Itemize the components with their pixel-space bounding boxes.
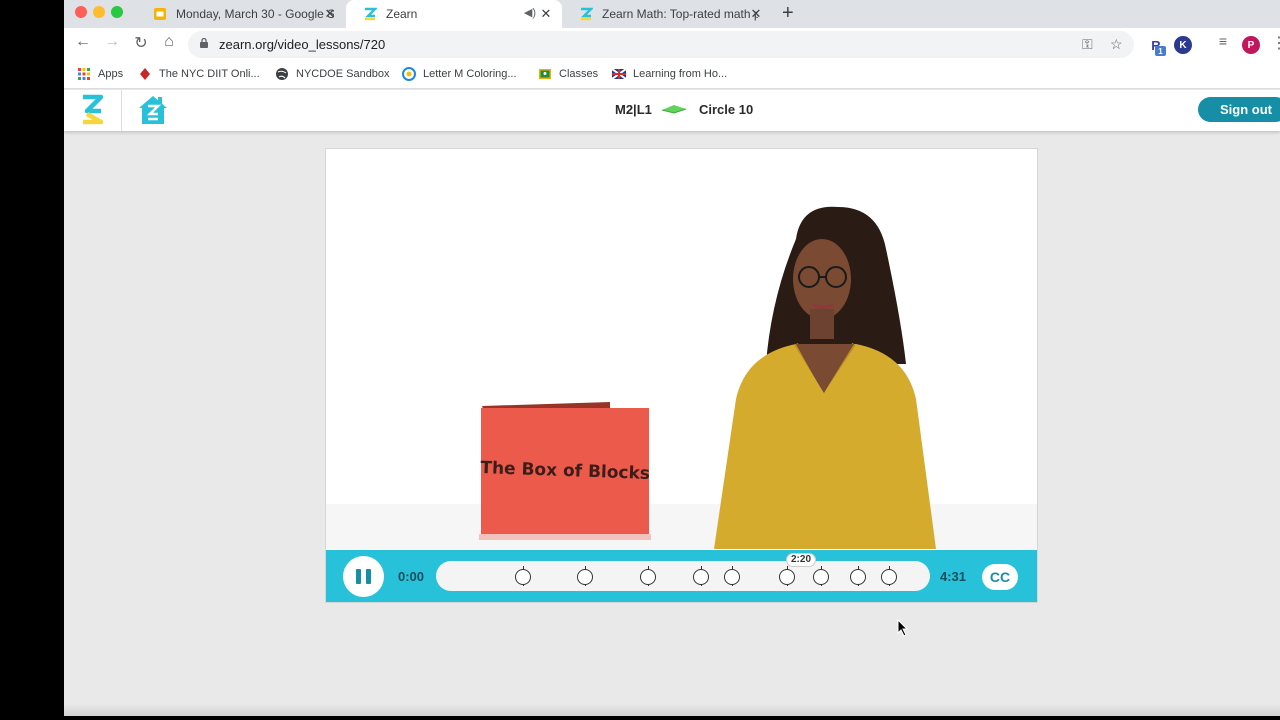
- close-tab-icon[interactable]: ✕: [322, 6, 338, 22]
- tab-zearn-math[interactable]: Zearn Math: Top-rated math pr ✕: [562, 0, 772, 28]
- coloring-site-icon: [402, 67, 416, 81]
- chapter-marker[interactable]: [850, 569, 866, 585]
- video-progress-track[interactable]: 2:20: [436, 553, 930, 591]
- sign-out-button[interactable]: Sign out: [1198, 97, 1280, 122]
- minimize-window-button[interactable]: [93, 6, 105, 18]
- bookmark-label: Letter M Coloring...: [423, 68, 517, 80]
- pause-icon: [356, 569, 361, 584]
- new-tab-button[interactable]: +: [782, 2, 794, 25]
- reload-icon[interactable]: ↻: [130, 33, 152, 53]
- bookmark-label: NYCDOE Sandbox: [296, 68, 390, 80]
- media-control-icon[interactable]: ≡: [1212, 33, 1234, 49]
- lesson-code: M2|L1: [615, 102, 652, 117]
- pause-icon: [366, 569, 371, 584]
- bookmark-nycdoe-sandbox[interactable]: NYCDOE Sandbox: [275, 67, 390, 81]
- chapter-marker[interactable]: [813, 569, 829, 585]
- chapter-marker[interactable]: [779, 569, 795, 585]
- k-extension-icon[interactable]: K: [1174, 36, 1192, 54]
- zearn-favicon-icon: [362, 6, 378, 22]
- url-text: zearn.org/video_lessons/720: [219, 37, 386, 52]
- tab-title: Monday, March 30 - Google Sli: [176, 7, 334, 21]
- tab-title: Zearn Math: Top-rated math pr: [602, 7, 758, 21]
- bookmark-learning-from-home[interactable]: Learning from Ho...: [612, 67, 727, 81]
- maximize-window-button[interactable]: [111, 6, 123, 18]
- header-divider: [121, 90, 122, 131]
- bookmark-label: Learning from Ho...: [633, 68, 728, 80]
- bookmark-label: Apps: [98, 68, 124, 80]
- close-tab-icon[interactable]: ✕: [748, 6, 764, 22]
- chapter-marker[interactable]: [693, 569, 709, 585]
- key-icon[interactable]: ⚿: [1082, 36, 1093, 53]
- hover-time-tooltip: 2:20: [786, 553, 816, 567]
- google-slides-icon: [152, 6, 168, 22]
- lock-icon: [200, 38, 208, 48]
- tab-zearn[interactable]: Zearn ◀) ✕: [346, 0, 562, 28]
- chapter-marker[interactable]: [640, 569, 656, 585]
- bookmark-label: Classes: [559, 68, 599, 80]
- close-window-button[interactable]: [75, 6, 87, 18]
- uk-flag-icon: [612, 68, 626, 80]
- tab-google-slides[interactable]: Monday, March 30 - Google Sli ✕: [136, 0, 346, 28]
- google-classroom-icon: [539, 69, 551, 79]
- back-arrow-icon[interactable]: ←: [72, 33, 94, 51]
- tab-audio-icon[interactable]: ◀): [524, 6, 536, 19]
- bookmark-label: The NYC DIIT Onli...: [159, 68, 260, 80]
- mouse-cursor-icon: [897, 619, 909, 637]
- globe-icon: [276, 68, 288, 80]
- chapter-marker[interactable]: [515, 569, 531, 585]
- forward-arrow-icon[interactable]: →: [101, 33, 123, 51]
- profile-avatar[interactable]: P: [1242, 36, 1260, 54]
- address-bar[interactable]: zearn.org/video_lessons/720 ⚿ ☆: [188, 31, 1134, 58]
- zearn-header: M2|L1 Circle 10 Sign out: [64, 90, 1280, 131]
- bookmark-star-icon[interactable]: ☆: [1110, 36, 1123, 53]
- bookmark-classes[interactable]: Classes: [538, 67, 598, 81]
- level-mark-icon: [661, 105, 687, 114]
- extension-badge: 1: [1155, 46, 1166, 56]
- tab-strip: Monday, March 30 - Google Sli ✕ Zearn ◀)…: [64, 0, 1280, 28]
- duration: 4:31: [940, 569, 967, 584]
- bookmark-nyc-diit[interactable]: The NYC DIIT Onli...: [138, 67, 260, 81]
- home-icon[interactable]: ⌂: [158, 33, 180, 51]
- page-bottom-edge: [64, 704, 1280, 716]
- home-house-icon[interactable]: [136, 94, 170, 126]
- pause-button[interactable]: [343, 556, 384, 597]
- chapter-marker[interactable]: [881, 569, 897, 585]
- zearn-favicon-icon: [578, 6, 594, 22]
- browser-window: Monday, March 30 - Google Sli ✕ Zearn ◀)…: [64, 0, 1280, 716]
- bookmark-apps[interactable]: Apps: [77, 67, 123, 81]
- chapter-marker[interactable]: [724, 569, 740, 585]
- close-tab-icon[interactable]: ✕: [538, 6, 554, 22]
- tab-title: Zearn: [386, 7, 418, 21]
- apps-grid-icon: [78, 68, 90, 80]
- chapter-marker[interactable]: [577, 569, 593, 585]
- video-player[interactable]: The Box of Blocks 0:00 2:20 4:31 CC: [325, 148, 1038, 603]
- zearn-logo-icon[interactable]: [80, 94, 104, 126]
- closed-captions-button[interactable]: CC: [982, 564, 1018, 590]
- video-controls: 0:00 2:20 4:31 CC: [326, 550, 1037, 602]
- browser-toolbar: ← → ↻ ⌂ zearn.org/video_lessons/720 ⚿ ☆ …: [64, 28, 1280, 61]
- bookmarks-bar: Apps The NYC DIIT Onli... NYCDOE Sandbox…: [64, 61, 1280, 89]
- circle-level: Circle 10: [699, 102, 754, 117]
- video-frame[interactable]: The Box of Blocks: [326, 149, 1038, 549]
- bookmark-letter-m-coloring[interactable]: Letter M Coloring...: [402, 67, 517, 81]
- current-time: 0:00: [398, 569, 425, 584]
- menu-kebab-icon[interactable]: ⋮: [1268, 33, 1280, 53]
- nyc-diit-icon: [140, 68, 150, 80]
